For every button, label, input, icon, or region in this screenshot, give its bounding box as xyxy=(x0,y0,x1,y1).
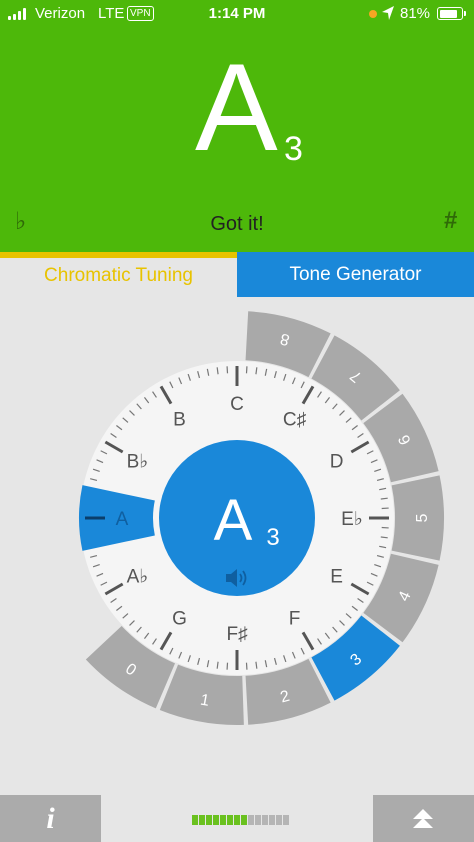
level-meter-segment xyxy=(234,815,240,825)
level-meter-segment xyxy=(255,815,261,825)
detected-note-panel: A 3 ♭ Got it! # xyxy=(0,0,474,252)
note-label[interactable]: A♭ xyxy=(127,567,149,588)
octave-label: 5 xyxy=(414,513,431,522)
level-meter-segment xyxy=(220,815,226,825)
battery-icon xyxy=(437,7,466,20)
note-label[interactable]: A xyxy=(116,509,129,530)
sharp-indicator: # xyxy=(444,207,458,234)
orange-dot-icon xyxy=(369,10,377,18)
tab-chromatic-tuning[interactable]: Chromatic Tuning xyxy=(0,258,237,297)
tab-tone-generator[interactable]: Tone Generator xyxy=(237,252,474,297)
battery-percent: 81% xyxy=(400,5,431,22)
level-meter-segment xyxy=(241,815,247,825)
location-arrow-icon xyxy=(382,6,394,20)
center-note: A xyxy=(214,488,253,553)
note-label[interactable]: C xyxy=(230,394,244,415)
note-label[interactable]: D xyxy=(330,452,344,473)
level-meter-segment xyxy=(262,815,268,825)
level-meter-segment xyxy=(199,815,205,825)
note-label[interactable]: F♯ xyxy=(226,624,247,645)
note-label[interactable]: B♭ xyxy=(127,452,149,473)
detected-octave: 3 xyxy=(284,130,303,168)
note-label[interactable]: E xyxy=(330,567,343,588)
note-label[interactable]: E♭ xyxy=(341,509,363,530)
note-label[interactable]: C♯ xyxy=(283,409,306,430)
level-meter-segment xyxy=(248,815,254,825)
input-level-meter xyxy=(192,815,289,825)
level-meter-segment xyxy=(192,815,198,825)
tuning-status-message: Got it! xyxy=(210,213,264,235)
info-button[interactable]: i xyxy=(0,795,101,842)
level-meter-segment xyxy=(213,815,219,825)
level-meter-segment xyxy=(283,815,289,825)
note-label[interactable]: F xyxy=(289,609,301,630)
detected-note: A xyxy=(195,39,278,177)
center-octave: 3 xyxy=(266,524,279,551)
info-icon: i xyxy=(46,802,55,835)
note-label[interactable]: B xyxy=(173,409,186,430)
level-meter-segment xyxy=(227,815,233,825)
level-meter-segment xyxy=(269,815,275,825)
status-bar: Verizon LTE VPN 1:14 PM 81% xyxy=(0,0,474,28)
expand-button[interactable] xyxy=(373,795,474,842)
note-label[interactable]: G xyxy=(172,609,187,630)
double-chevron-up-icon xyxy=(413,809,433,828)
level-meter-segment xyxy=(206,815,212,825)
level-meter-segment xyxy=(276,815,282,825)
note-dial[interactable]: 01 2345678 CC♯DE♭EFF♯GA♭AB♭B A 3 xyxy=(0,300,474,750)
